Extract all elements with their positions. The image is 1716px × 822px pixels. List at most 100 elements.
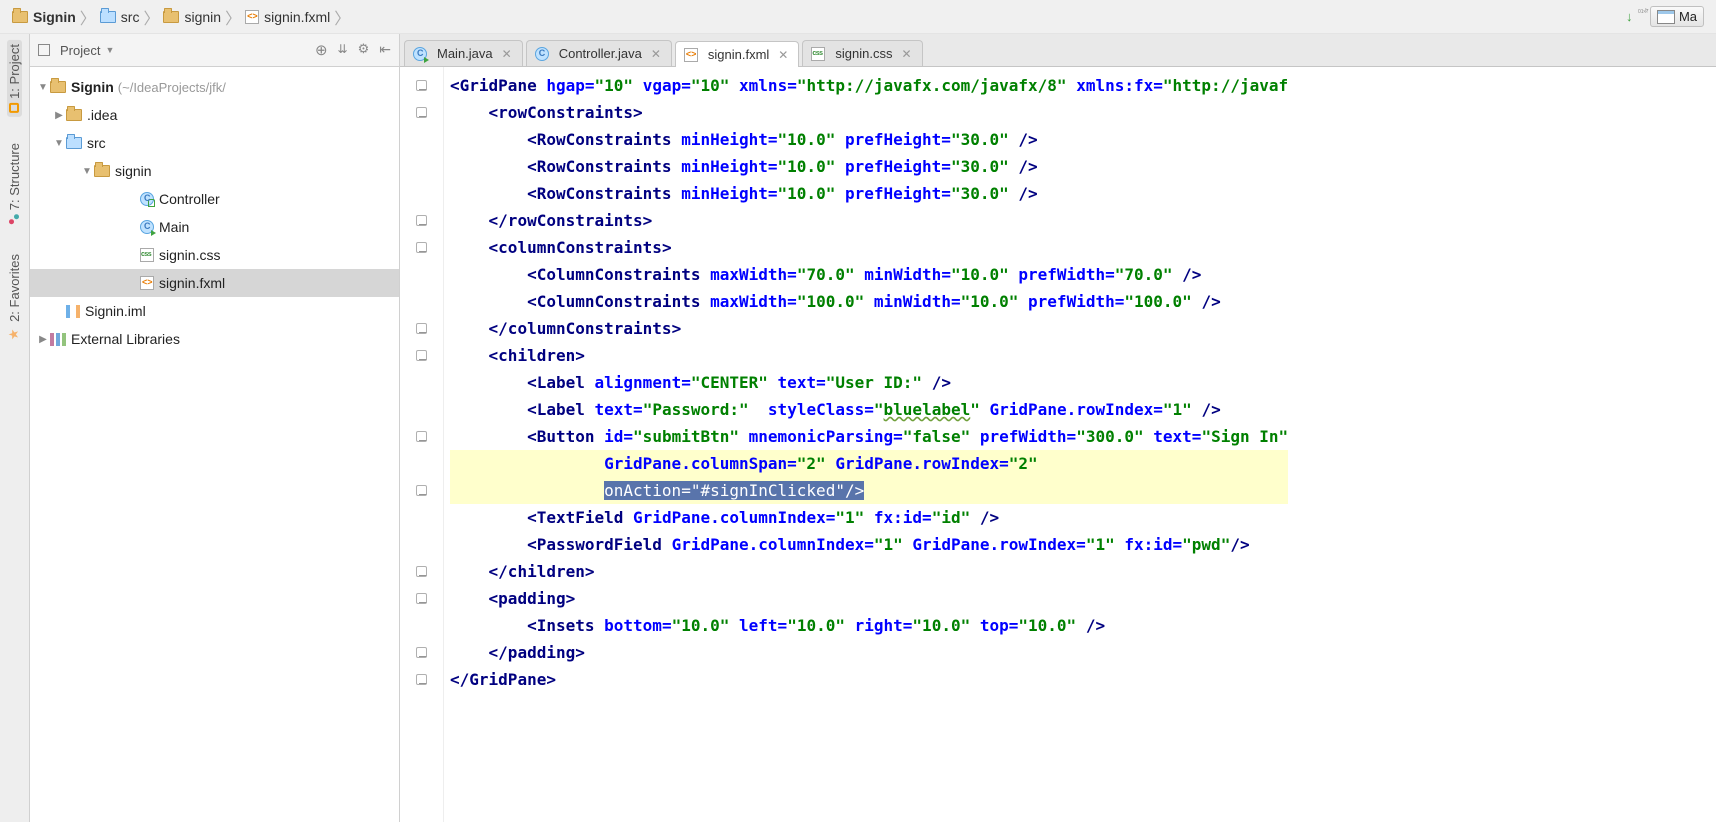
expand-toggle[interactable]: ▶ (36, 334, 50, 345)
structure-icon (10, 214, 20, 224)
project-tree: ▼Signin(~/IdeaProjects/jfk/ ▶.idea ▼src … (30, 67, 399, 359)
module-file-icon (66, 305, 80, 318)
view-mode-icon[interactable] (38, 44, 50, 56)
expand-toggle[interactable]: ▼ (80, 166, 94, 177)
project-view-selector[interactable]: Project▼ (60, 43, 114, 58)
expand-toggle[interactable]: ▶ (52, 110, 66, 121)
code-content[interactable]: <GridPane hgap="10" vgap="10" xmlns="htt… (444, 67, 1288, 822)
breadcrumb-bar: Signin 〉 src 〉 signin 〉 signin.fxml 〉 Ma (0, 0, 1716, 34)
tab-label: signin.css (835, 46, 892, 61)
fxml-file-icon (684, 48, 698, 62)
breadcrumb-item[interactable]: signin.fxml (239, 9, 336, 25)
tree-label: Signin.iml (85, 303, 146, 319)
fold-toggle[interactable] (416, 674, 427, 685)
tab-label: Main.java (437, 46, 493, 61)
hide-panel-icon[interactable] (379, 41, 391, 59)
fxml-file-icon (245, 10, 259, 24)
java-class-icon (140, 192, 154, 206)
tree-node-signin-fxml[interactable]: signin.fxml (30, 269, 399, 297)
download-updates-icon[interactable] (1626, 9, 1642, 25)
folder-icon (50, 81, 66, 93)
fold-toggle[interactable] (416, 350, 427, 361)
folder-icon (66, 109, 82, 121)
tree-node-project-root[interactable]: ▼ Signin (~/IdeaProjects/jfk/ (30, 73, 399, 101)
toolwindow-tab-structure[interactable]: 7: Structure (7, 139, 22, 228)
tree-label: Signin (71, 79, 114, 95)
tree-node-src[interactable]: ▼ src (30, 129, 399, 157)
fold-toggle[interactable] (416, 242, 427, 253)
java-runnable-class-icon (413, 47, 427, 61)
tree-label: src (87, 135, 106, 151)
fold-toggle[interactable] (416, 431, 427, 442)
fold-toggle[interactable] (416, 647, 427, 658)
package-folder-icon (94, 165, 110, 177)
close-icon[interactable]: ✕ (502, 47, 512, 61)
folder-icon (100, 11, 116, 23)
tree-label: signin (115, 163, 152, 179)
breadcrumb-item[interactable]: Signin (6, 9, 82, 25)
tree-node-signin-css[interactable]: signin.css (30, 241, 399, 269)
tree-node-controller[interactable]: Controller (30, 185, 399, 213)
fxml-file-icon (140, 276, 154, 290)
close-icon[interactable]: ✕ (651, 47, 661, 61)
java-runnable-class-icon (140, 220, 154, 234)
tab-label: signin.fxml (708, 47, 769, 62)
toolwindow-tab-favorites[interactable]: ★2: Favorites (7, 250, 22, 345)
java-class-icon (535, 47, 549, 61)
source-folder-icon (66, 137, 82, 149)
css-file-icon (140, 248, 154, 262)
fold-toggle[interactable] (416, 323, 427, 334)
tab-label: Controller.java (559, 46, 642, 61)
tree-label: signin.css (159, 247, 220, 263)
window-icon (1657, 10, 1675, 24)
tree-node-main[interactable]: Main (30, 213, 399, 241)
breadcrumb-item[interactable]: signin (157, 9, 227, 25)
fold-toggle[interactable] (416, 566, 427, 577)
tree-node-external-libraries[interactable]: ▶External Libraries (30, 325, 399, 353)
star-icon: ★ (7, 326, 22, 341)
fold-toggle[interactable] (416, 215, 427, 226)
expand-toggle[interactable]: ▼ (36, 82, 50, 93)
editor-tab-main-java[interactable]: Main.java ✕ (404, 40, 523, 66)
project-pane-header: Project▼ (30, 34, 399, 67)
close-icon[interactable]: ✕ (778, 48, 788, 62)
editor-area: Main.java ✕ Controller.java ✕ signin.fxml ✕… (400, 34, 1716, 822)
editor-tab-controller-java[interactable]: Controller.java ✕ (526, 40, 672, 66)
breadcrumb-label: signin.fxml (264, 9, 330, 25)
breadcrumb-label: src (121, 9, 140, 25)
tree-label: Controller (159, 191, 220, 207)
fold-toggle[interactable] (416, 485, 427, 496)
editor-tab-signin-css[interactable]: signin.css ✕ (802, 40, 922, 66)
tree-label: signin.fxml (159, 275, 225, 291)
editor-gutter[interactable] (400, 67, 444, 822)
tree-path-hint: (~/IdeaProjects/jfk/ (118, 80, 226, 95)
autoscroll-target-icon[interactable] (315, 41, 328, 59)
chevron-down-icon: ▼ (105, 45, 114, 55)
tree-label: .idea (87, 107, 117, 123)
libraries-icon (50, 333, 66, 346)
fold-toggle[interactable] (416, 593, 427, 604)
tree-label: Main (159, 219, 189, 235)
tree-node-iml[interactable]: Signin.iml (30, 297, 399, 325)
folder-icon (163, 11, 179, 23)
tree-node-package[interactable]: ▼ signin (30, 157, 399, 185)
fold-toggle[interactable] (416, 107, 427, 118)
gear-icon[interactable] (358, 41, 370, 59)
tree-node-idea[interactable]: ▶ .idea (30, 101, 399, 129)
chevron-right-icon: 〉 (334, 5, 350, 29)
folder-icon (12, 11, 28, 23)
close-icon[interactable]: ✕ (901, 47, 911, 61)
project-icon (10, 103, 20, 113)
project-tool-window: Project▼ ▼ Signin (~/IdeaProjects/jfk/ ▶ .i… (30, 34, 400, 822)
toolwindow-tab-project[interactable]: 1: Project (7, 40, 22, 117)
editor-tab-signin-fxml[interactable]: signin.fxml ✕ (675, 41, 799, 67)
breadcrumb-item[interactable]: src (94, 9, 146, 25)
breadcrumb-label: signin (184, 9, 221, 25)
editor-tabs: Main.java ✕ Controller.java ✕ signin.fxml ✕… (400, 34, 1716, 67)
maven-toolwindow-button[interactable]: Ma (1650, 6, 1704, 27)
expand-toggle[interactable]: ▼ (52, 138, 66, 149)
collapse-all-icon[interactable] (338, 41, 348, 59)
code-editor[interactable]: <GridPane hgap="10" vgap="10" xmlns="htt… (400, 67, 1716, 822)
fold-toggle[interactable] (416, 80, 427, 91)
left-toolwindow-stripe: 1: Project 7: Structure ★2: Favorites (0, 34, 30, 822)
